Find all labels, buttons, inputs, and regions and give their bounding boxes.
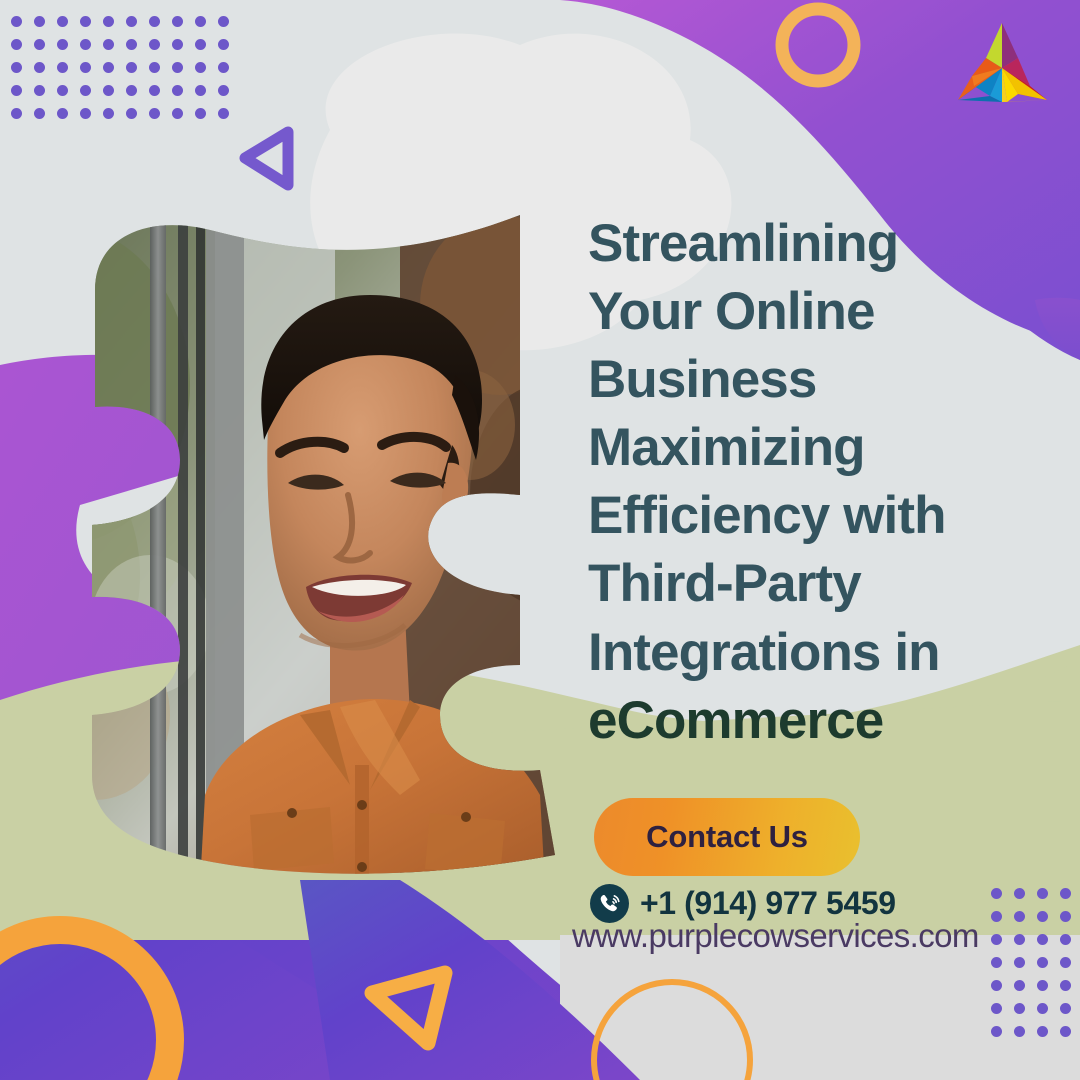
man-working-on-laptop-photo — [0, 195, 580, 885]
headline-line-6: Third-Party — [588, 554, 862, 614]
contact-us-button[interactable]: Contact Us — [594, 798, 860, 876]
dot — [195, 108, 206, 119]
dot — [80, 85, 91, 96]
website-url[interactable]: www.purplecowservices.com — [572, 917, 979, 955]
headline-line-5: Efficiency with — [588, 486, 946, 546]
dot — [991, 1026, 1002, 1037]
dot — [57, 16, 68, 27]
dot — [80, 39, 91, 50]
dot — [103, 108, 114, 119]
dot — [195, 62, 206, 73]
dot — [991, 1003, 1002, 1014]
dot — [103, 16, 114, 27]
dot — [149, 62, 160, 73]
dot — [1037, 888, 1048, 899]
dot — [1014, 1003, 1025, 1014]
dot — [195, 39, 206, 50]
dot — [80, 16, 91, 27]
dot — [80, 62, 91, 73]
dot — [991, 980, 1002, 991]
dot — [1060, 980, 1071, 991]
dot — [126, 108, 137, 119]
headline-line-4: Maximizing — [588, 418, 866, 478]
dot — [1037, 911, 1048, 922]
dot — [1014, 888, 1025, 899]
dot — [195, 85, 206, 96]
dot — [11, 39, 22, 50]
marketing-banner: Streamlining Your Online Business Maximi… — [0, 0, 1080, 1080]
dot — [991, 957, 1002, 968]
dot — [34, 39, 45, 50]
dot — [1060, 888, 1071, 899]
dot — [172, 62, 183, 73]
dot — [1014, 934, 1025, 945]
dot — [172, 39, 183, 50]
headline-line-3: Business — [588, 350, 817, 410]
photo-clipped-svg — [92, 215, 555, 874]
dot — [991, 911, 1002, 922]
dot — [11, 62, 22, 73]
dot — [11, 85, 22, 96]
dot — [218, 108, 229, 119]
dot — [172, 85, 183, 96]
dot — [991, 888, 1002, 899]
dot-grid-topleft — [11, 16, 241, 131]
dot — [34, 85, 45, 96]
dot — [34, 16, 45, 27]
dot — [34, 108, 45, 119]
dot — [1014, 980, 1025, 991]
dot — [149, 16, 160, 27]
dot — [991, 934, 1002, 945]
dot — [103, 85, 114, 96]
dot — [34, 62, 45, 73]
dot — [218, 85, 229, 96]
dot — [80, 108, 91, 119]
dot — [149, 108, 160, 119]
dot — [57, 108, 68, 119]
dot — [126, 16, 137, 27]
dot — [195, 16, 206, 27]
dot — [11, 108, 22, 119]
dot — [57, 62, 68, 73]
dot-grid-bottomright — [991, 888, 1080, 1049]
dot — [1037, 980, 1048, 991]
dot — [126, 85, 137, 96]
dot — [172, 108, 183, 119]
dot — [103, 62, 114, 73]
dot — [218, 16, 229, 27]
dot — [126, 62, 137, 73]
dot — [1037, 1003, 1048, 1014]
dot — [149, 39, 160, 50]
dot — [1037, 1026, 1048, 1037]
dot — [1060, 911, 1071, 922]
dot — [172, 16, 183, 27]
dot — [149, 85, 160, 96]
purple-cow-services-logo[interactable] — [952, 18, 1052, 110]
logo-icon — [958, 23, 1047, 102]
dot — [57, 39, 68, 50]
dot — [1037, 934, 1048, 945]
dot — [218, 62, 229, 73]
dot — [1060, 1026, 1071, 1037]
dot — [1060, 1003, 1071, 1014]
headline-accent: eCommerce — [588, 690, 884, 750]
dot — [103, 39, 114, 50]
dot — [11, 16, 22, 27]
page-title: Streamlining Your Online Business Maximi… — [588, 210, 1058, 755]
headline-line-2: Your Online — [588, 282, 875, 342]
dot — [1037, 957, 1048, 968]
dot — [1014, 1026, 1025, 1037]
dot — [1060, 957, 1071, 968]
headline-line-7: Integrations in — [588, 622, 941, 682]
dot — [1014, 911, 1025, 922]
dot — [218, 39, 229, 50]
dot — [126, 39, 137, 50]
dot — [1060, 934, 1071, 945]
dot — [1014, 957, 1025, 968]
dot — [57, 85, 68, 96]
headline-line-1: Streamlining — [588, 214, 899, 273]
